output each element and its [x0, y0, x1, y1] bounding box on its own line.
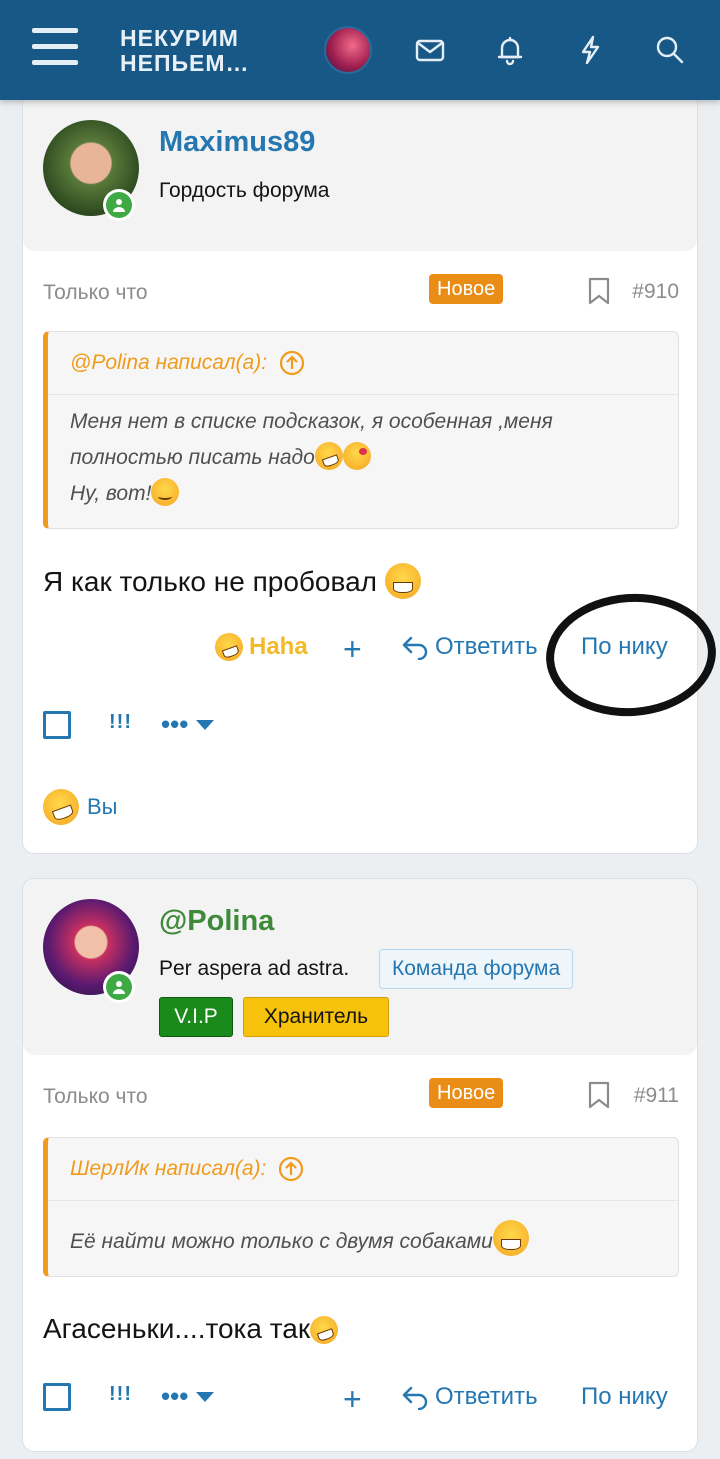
post-card: @Polina Per aspera ad astra. Команда фор…: [22, 878, 698, 1452]
post-number[interactable]: #910: [632, 280, 679, 304]
post-author-block: Maximus89 Гордость форума: [23, 93, 697, 251]
rofl-emoji-icon: [211, 629, 247, 665]
post-meta: Только что Новое #911: [43, 1077, 679, 1117]
reactions-summary[interactable]: Вы: [37, 783, 118, 831]
user-title: Per aspera ad astra.: [159, 957, 350, 980]
quote-text: Её найти можно только с двумя собаками: [70, 1220, 660, 1260]
grin-emoji-icon: [384, 563, 421, 599]
reply-label: Ответить: [435, 1383, 538, 1410]
reacted-by-label: Вы: [87, 794, 118, 819]
reply-button[interactable]: Ответить: [401, 1383, 538, 1411]
online-status-icon: [103, 971, 135, 1003]
arrow-up-circle-icon[interactable]: [278, 1156, 304, 1182]
rofl-emoji-icon: [37, 783, 85, 831]
quote-author-text: @Polina написал(а):: [70, 351, 268, 374]
report-button[interactable]: !!!: [109, 711, 132, 734]
quote-line-text: полностью писать надо: [70, 446, 315, 469]
post-message-text: Я как только не пробовал: [43, 566, 377, 597]
divider: [48, 1200, 678, 1201]
online-status-icon: [103, 189, 135, 221]
site-logo[interactable]: НЕКУРИМ НЕПЬЕМ…: [120, 26, 250, 76]
reply-label: Ответить: [435, 633, 538, 660]
bookmark-icon[interactable]: [587, 1081, 611, 1109]
quote-line-3: Ну, вот!: [70, 476, 660, 512]
reaction-label: Haha: [249, 633, 308, 660]
chevron-down-icon: [196, 719, 215, 730]
quote-line-2: полностью писать надо: [70, 438, 660, 476]
keeper-badge: Хранитель: [243, 997, 389, 1037]
quote-line-text: Ну, вот!: [70, 482, 152, 505]
bolt-icon[interactable]: [566, 26, 614, 74]
quote-line: Меня нет в списке подсказок, я особенная…: [70, 410, 553, 433]
kiss-emoji-icon: [342, 442, 371, 470]
username[interactable]: @Polina: [159, 905, 274, 938]
bell-icon[interactable]: [486, 26, 534, 74]
divider: [48, 394, 678, 395]
user-title: Гордость форума: [159, 179, 330, 202]
quote-author-text: ШерлИк написал(а):: [70, 1157, 267, 1180]
reply-icon: [402, 636, 428, 660]
blush-emoji-icon: [151, 478, 180, 506]
quote-text: Меня нет в списке подсказок, я особенная…: [70, 404, 660, 512]
select-checkbox[interactable]: [43, 711, 71, 739]
rofl-emoji-icon: [306, 1312, 343, 1348]
post-number[interactable]: #911: [634, 1084, 679, 1108]
logo-line-2: НЕПЬЕМ…: [120, 50, 250, 76]
reply-icon: [402, 1386, 428, 1410]
post-actions: + Ответить По нику: [23, 1383, 699, 1423]
team-badge: Команда форума: [379, 949, 574, 989]
post-meta: Только что Новое #910: [43, 273, 679, 313]
username[interactable]: Maximus89: [159, 126, 315, 159]
mail-icon[interactable]: [406, 26, 454, 74]
new-badge: Новое: [429, 274, 504, 304]
post-card: Maximus89 Гордость форума Только что Нов…: [22, 92, 698, 854]
reply-button[interactable]: Ответить: [401, 633, 538, 661]
vip-badge: V.I.P: [159, 997, 233, 1037]
post-actions: Haha + Ответить По нику: [23, 629, 699, 673]
quote-line-text: Её найти можно только с двумя собаками: [70, 1230, 493, 1253]
quote-block: ШерлИк написал(а): Её найти можно только…: [43, 1137, 679, 1277]
post-time[interactable]: Только что: [43, 1085, 148, 1109]
quote-author[interactable]: ШерлИк написал(а):: [70, 1156, 304, 1182]
add-reply-button[interactable]: +: [343, 633, 362, 665]
post-message-text: Агасеньки....тока так: [43, 1313, 311, 1344]
add-reply-button[interactable]: +: [343, 1383, 362, 1415]
post-message: Агасеньки....тока так: [43, 1312, 343, 1348]
logo-line-1: НЕКУРИМ: [120, 25, 239, 51]
quote-block: @Polina написал(а): Меня нет в списке по…: [43, 331, 679, 529]
arrow-up-circle-icon[interactable]: [279, 350, 305, 376]
grin-emoji-icon: [492, 1220, 529, 1256]
post-author-block: @Polina Per aspera ad astra. Команда фор…: [23, 879, 697, 1055]
reaction-button[interactable]: Haha: [211, 629, 308, 665]
by-nick-button[interactable]: По нику: [581, 633, 668, 661]
quote-author[interactable]: @Polina написал(а):: [70, 350, 305, 376]
search-icon[interactable]: [646, 26, 694, 74]
post-time[interactable]: Только что: [43, 281, 148, 305]
new-badge: Новое: [429, 1078, 504, 1108]
bookmark-icon[interactable]: [587, 277, 611, 305]
post-tools: !!! •••: [43, 709, 343, 751]
menu-icon[interactable]: [32, 28, 78, 68]
post-message: Я как только не пробовал: [43, 563, 421, 599]
rofl-emoji-icon: [310, 438, 347, 474]
more-menu-button[interactable]: •••: [161, 709, 215, 740]
by-nick-button[interactable]: По нику: [581, 1383, 668, 1411]
top-navbar: НЕКУРИМ НЕПЬЕМ…: [0, 0, 720, 100]
account-avatar[interactable]: [324, 26, 372, 74]
more-dots: •••: [161, 709, 189, 739]
